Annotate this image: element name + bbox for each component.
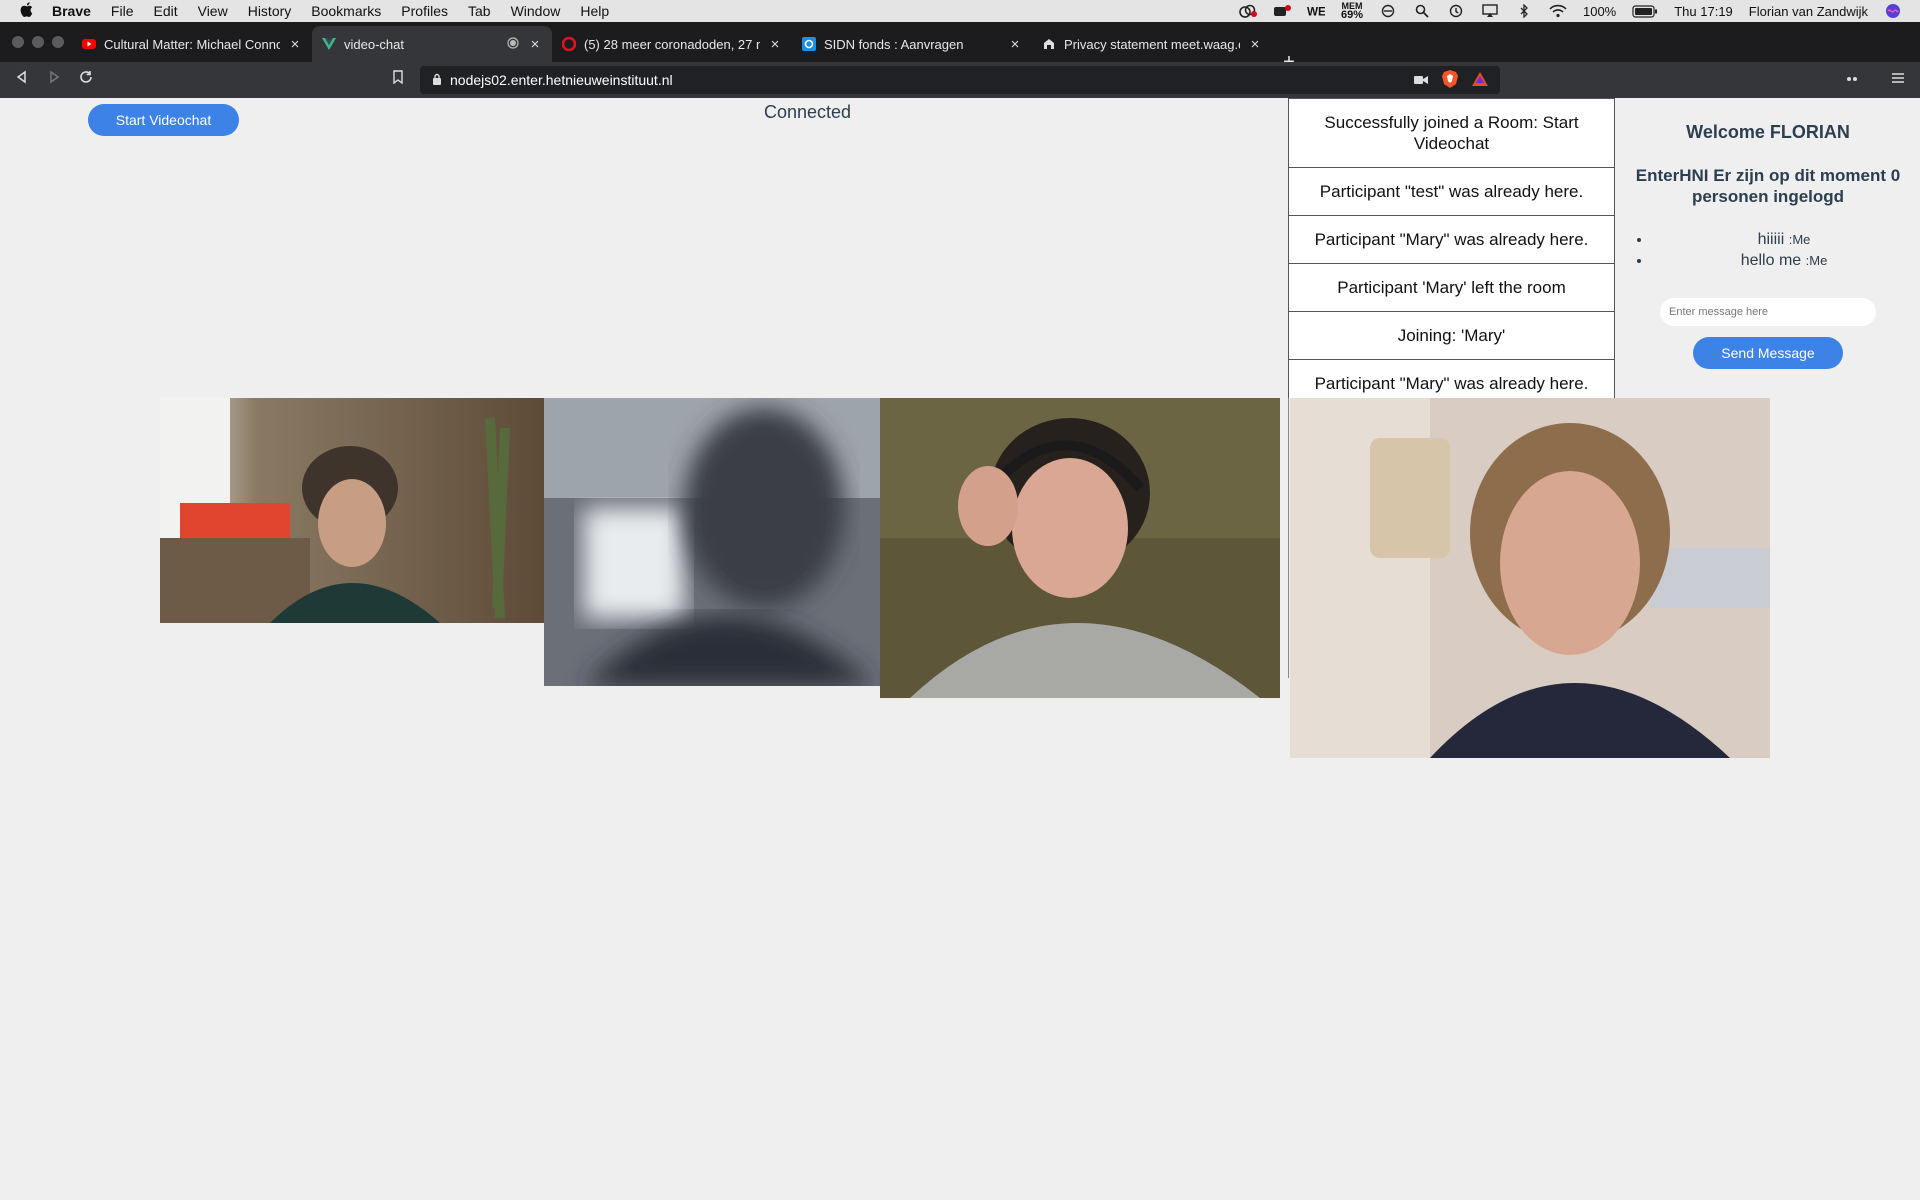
menu-profiles[interactable]: Profiles	[401, 3, 448, 19]
log-entry: Participant "Mary" was already here.	[1288, 215, 1615, 264]
bookmark-icon[interactable]	[388, 70, 408, 90]
log-entry: Participant "test" was already here.	[1288, 167, 1615, 216]
chat-panel: Welcome FLORIAN EnterHNI Er zijn op dit …	[1620, 98, 1916, 398]
menu-window[interactable]: Window	[511, 3, 561, 19]
camera-in-use-icon[interactable]	[1414, 72, 1428, 88]
url-text[interactable]: nodejs02.enter.hetnieuweinstituut.nl	[450, 72, 1414, 88]
log-entry: Joining: 'Mary'	[1288, 311, 1615, 360]
chat-message-sender: :Me	[1788, 232, 1811, 247]
tab-title: Privacy statement meet.waag.org	[1064, 36, 1240, 52]
memory-indicator[interactable]: MEM 69%	[1340, 2, 1363, 21]
menu-history[interactable]: History	[248, 3, 292, 19]
menu-bar-clock[interactable]: Thu 17:19	[1674, 4, 1733, 19]
media-playing-icon[interactable]	[506, 36, 520, 53]
log-border	[1288, 398, 1289, 678]
event-log: Successfully joined a Room: Start Videoc…	[1288, 98, 1615, 398]
menu-bar-user[interactable]: Florian van Zandwijk	[1749, 4, 1868, 19]
battery-icon[interactable]	[1632, 4, 1658, 18]
chat-message-text: hello me	[1740, 252, 1802, 269]
sidn-icon	[802, 37, 816, 51]
svg-text:WE: WE	[1307, 5, 1325, 18]
log-entry: Successfully joined a Room: Start Videoc…	[1288, 98, 1615, 168]
welcome-heading: Welcome FLORIAN	[1686, 122, 1850, 142]
chat-message-sender: :Me	[1805, 253, 1828, 268]
log-entry: Participant 'Mary' left the room	[1288, 263, 1615, 312]
creative-cloud-icon[interactable]	[1239, 4, 1257, 18]
participant-video	[1290, 398, 1770, 758]
brave-shields-icon[interactable]	[1442, 69, 1458, 91]
chat-message-text: hiiiii	[1757, 231, 1785, 248]
wechat-icon[interactable]: WE	[1307, 4, 1325, 18]
close-tab-icon[interactable]: ×	[528, 36, 542, 53]
forward-button[interactable]	[44, 70, 64, 90]
brave-rewards-icon[interactable]	[1472, 71, 1488, 89]
close-tab-icon[interactable]: ×	[1008, 36, 1022, 53]
battery-percentage: 100%	[1582, 3, 1617, 19]
tab-title: Cultural Matter: Michael Connor	[104, 36, 280, 52]
close-tab-icon[interactable]: ×	[768, 36, 782, 53]
start-videochat-button[interactable]: Start Videochat	[88, 104, 239, 136]
menu-edit[interactable]: Edit	[153, 3, 177, 19]
connection-status: Connected	[763, 102, 852, 122]
window-controls	[12, 36, 64, 48]
notification-icon[interactable]	[1273, 4, 1291, 18]
close-tab-icon[interactable]: ×	[288, 36, 302, 53]
chat-message-list: hiiiii :Me hello me :Me	[1652, 229, 1916, 271]
tab-sidn-fonds[interactable]: SIDN fonds : Aanvragen ×	[792, 26, 1032, 62]
menu-bar-status-area: WE MEM 69% 100% Thu 17:19 Florian van Za…	[1239, 0, 1902, 22]
close-tab-icon[interactable]: ×	[1248, 36, 1262, 53]
airplay-icon[interactable]	[1481, 4, 1499, 18]
chat-message-input[interactable]	[1660, 298, 1876, 326]
chat-message: hiiiii :Me	[1652, 229, 1916, 250]
lock-icon[interactable]	[432, 73, 442, 88]
spotlight-search-icon[interactable]	[1413, 4, 1431, 18]
back-button[interactable]	[12, 70, 32, 90]
tab-title: video-chat	[344, 36, 404, 52]
participant-video	[880, 398, 1280, 698]
log-entry: Participant "Mary" was already here.	[1288, 359, 1615, 398]
send-message-button[interactable]: Send Message	[1693, 337, 1843, 369]
memory-value: 69%	[1340, 9, 1363, 21]
address-bar[interactable]: nodejs02.enter.hetnieuweinstituut.nl	[420, 66, 1500, 94]
participant-video-blurred	[544, 398, 880, 686]
tab-video-chat[interactable]: video-chat ×	[312, 26, 552, 62]
close-window-button[interactable]	[12, 36, 24, 48]
zoom-window-button[interactable]	[52, 36, 64, 48]
tab-title: (5) 28 meer coronadoden, 27 nie	[584, 36, 760, 52]
menu-tab[interactable]: Tab	[468, 3, 491, 19]
menu-file[interactable]: File	[111, 3, 134, 19]
menu-bookmarks[interactable]: Bookmarks	[311, 3, 381, 19]
bluetooth-icon[interactable]	[1515, 4, 1533, 18]
menu-view[interactable]: View	[198, 3, 228, 19]
macos-menu-bar: Brave File Edit View History Bookmarks P…	[0, 0, 1920, 22]
opera-icon	[562, 37, 576, 51]
browser-toolbar: nodejs02.enter.hetnieuweinstituut.nl	[0, 62, 1920, 98]
vpn-icon[interactable]	[1379, 4, 1397, 18]
waag-icon	[1042, 37, 1056, 51]
chat-message: hello me :Me	[1652, 250, 1916, 271]
extensions-icon[interactable]	[1842, 70, 1862, 90]
tab-privacy-statement[interactable]: Privacy statement meet.waag.org ×	[1032, 26, 1272, 62]
hamburger-menu-icon[interactable]	[1888, 70, 1908, 90]
vue-icon	[322, 37, 336, 51]
youtube-icon	[82, 37, 96, 51]
apple-menu-icon[interactable]	[0, 1, 52, 21]
minimize-window-button[interactable]	[32, 36, 44, 48]
siri-icon[interactable]	[1884, 4, 1902, 18]
address-bar-actions	[1414, 69, 1488, 91]
online-count-heading: EnterHNI Er zijn op dit moment 0 persone…	[1635, 166, 1901, 206]
wifi-icon[interactable]	[1549, 4, 1567, 18]
menu-app-name[interactable]: Brave	[52, 3, 91, 19]
tab-title: SIDN fonds : Aanvragen	[824, 36, 964, 52]
time-machine-icon[interactable]	[1447, 4, 1465, 18]
participant-video	[160, 398, 544, 623]
tab-cultural-matter[interactable]: Cultural Matter: Michael Connor ×	[72, 26, 312, 62]
reload-button[interactable]	[76, 70, 96, 90]
menu-help[interactable]: Help	[580, 3, 609, 19]
browser-tab-strip: Cultural Matter: Michael Connor × video-…	[0, 22, 1920, 72]
tab-coronadoden[interactable]: (5) 28 meer coronadoden, 27 nie ×	[552, 26, 792, 62]
